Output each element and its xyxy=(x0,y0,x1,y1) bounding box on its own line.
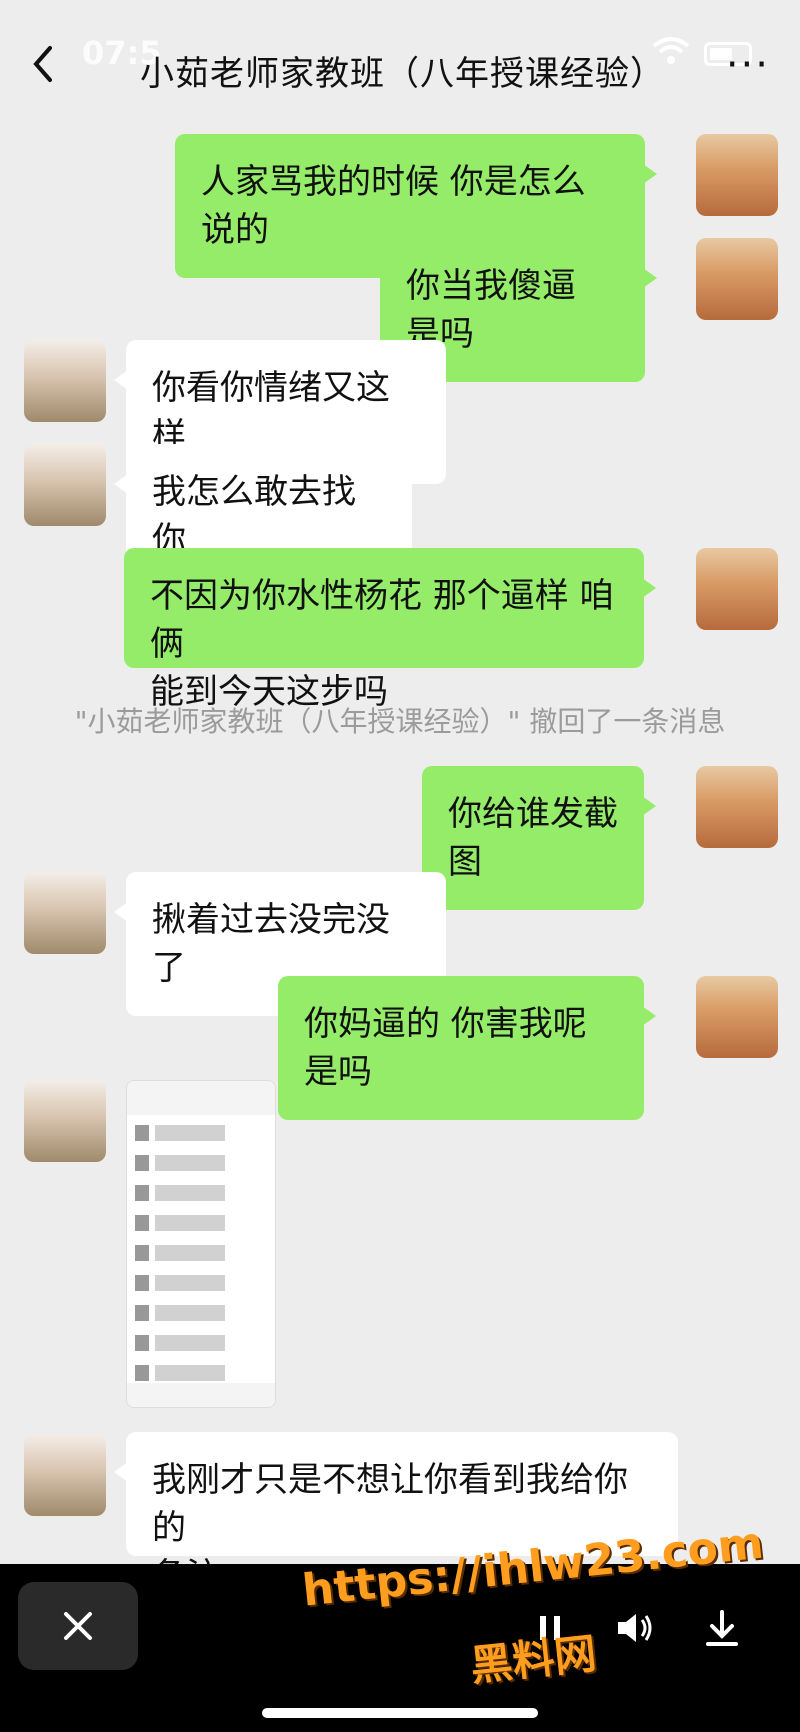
volume-icon[interactable] xyxy=(614,1608,656,1648)
back-button[interactable] xyxy=(28,44,58,84)
message-bubble-sent[interactable]: 你给谁发截图 xyxy=(422,766,656,910)
home-indicator xyxy=(262,1708,538,1718)
more-options-button[interactable]: ··· xyxy=(726,45,770,85)
recall-notice: "小茹老师家教班（八年授课经验）" 撤回了一条消息 xyxy=(74,705,726,738)
my-avatar[interactable] xyxy=(696,976,778,1058)
close-button[interactable] xyxy=(18,1582,138,1670)
chat-title: 小茹老师家教班（八年授课经验） xyxy=(140,54,665,94)
contact-avatar[interactable] xyxy=(24,1434,106,1516)
message-bubble-sent[interactable]: 你妈逼的 你害我呢是吗 xyxy=(278,976,656,1120)
close-icon xyxy=(64,1612,92,1640)
my-avatar[interactable] xyxy=(696,548,778,630)
contact-avatar[interactable] xyxy=(24,1080,106,1162)
contact-avatar[interactable] xyxy=(24,872,106,954)
my-avatar[interactable] xyxy=(696,766,778,848)
contact-avatar[interactable] xyxy=(24,340,106,422)
screenshot-image-message[interactable] xyxy=(126,1080,276,1408)
download-icon[interactable] xyxy=(702,1608,742,1648)
chat-header: 07:5 小茹老师家教班（八年授课经验） ··· xyxy=(0,0,800,130)
my-avatar[interactable] xyxy=(696,134,778,216)
my-avatar[interactable] xyxy=(696,238,778,320)
message-bubble-sent[interactable]: 不因为你水性杨花 那个逼样 咱俩 能到今天这步吗 xyxy=(124,548,656,712)
contact-avatar[interactable] xyxy=(24,444,106,526)
